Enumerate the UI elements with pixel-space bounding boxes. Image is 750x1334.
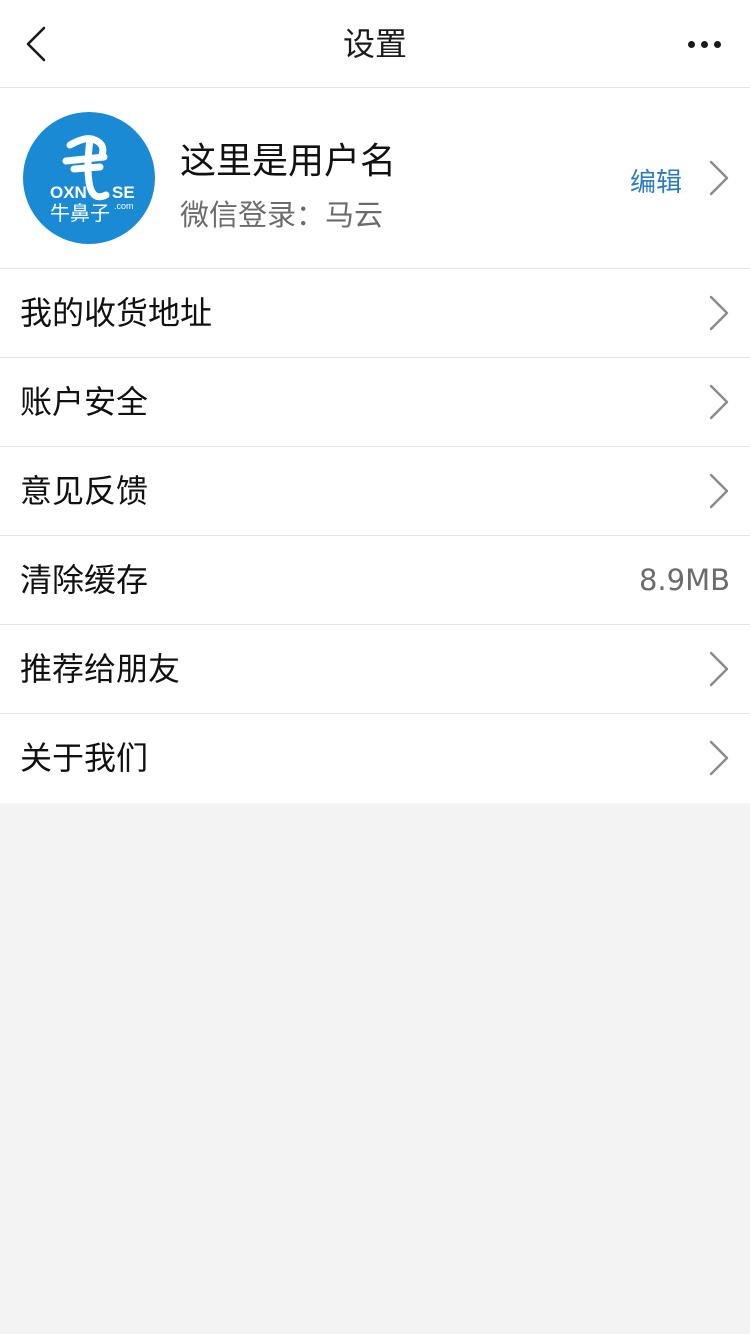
menu-item-address[interactable]: 我的收货地址 bbox=[0, 269, 750, 358]
menu-item-label: 意见反馈 bbox=[20, 472, 149, 510]
menu-item-account-security[interactable]: 账户安全 bbox=[0, 358, 750, 447]
logo-text-oxn: OXN bbox=[50, 183, 87, 202]
logo-text-dotcom: .com bbox=[114, 201, 134, 211]
more-dot bbox=[713, 40, 721, 48]
menu-item-label: 清除缓存 bbox=[20, 561, 149, 599]
chevron-right-icon bbox=[709, 473, 729, 509]
menu-item-label: 我的收货地址 bbox=[20, 294, 213, 332]
menu-item-label: 推荐给朋友 bbox=[20, 650, 181, 688]
chevron-right-icon bbox=[709, 160, 729, 196]
menu-item-feedback[interactable]: 意见反馈 bbox=[0, 447, 750, 536]
logo-text-cn: 牛鼻子 bbox=[50, 201, 110, 225]
navigation-bar: 设置 bbox=[0, 0, 750, 88]
menu-item-label: 关于我们 bbox=[20, 739, 149, 777]
avatar: OXN SE .com 牛鼻子 bbox=[21, 110, 157, 246]
settings-menu: 我的收货地址 账户安全 意见反馈 清除缓存 8.9MB 推荐给朋友 关于我们 bbox=[0, 269, 750, 803]
cache-size-value: 8.9MB bbox=[638, 563, 730, 597]
chevron-right-icon bbox=[709, 740, 729, 776]
chevron-right-icon bbox=[709, 295, 729, 331]
more-dot bbox=[687, 40, 695, 48]
wechat-login-info: 微信登录：马云 bbox=[180, 198, 384, 232]
logo-text-se: SE bbox=[112, 183, 135, 202]
menu-item-label: 账户安全 bbox=[20, 383, 149, 421]
more-dot bbox=[700, 40, 708, 48]
menu-item-clear-cache[interactable]: 清除缓存 8.9MB bbox=[0, 536, 750, 625]
username: 这里是用户名 bbox=[180, 141, 397, 182]
chevron-left-icon bbox=[26, 26, 46, 62]
menu-item-recommend[interactable]: 推荐给朋友 bbox=[0, 625, 750, 714]
chevron-right-icon bbox=[709, 651, 729, 687]
edit-profile-link[interactable]: 编辑 bbox=[630, 162, 682, 199]
more-button[interactable] bbox=[682, 26, 726, 62]
menu-item-about[interactable]: 关于我们 bbox=[0, 714, 750, 803]
chevron-right-icon bbox=[709, 384, 729, 420]
profile-card[interactable]: OXN SE .com 牛鼻子 这里是用户名 微信登录：马云 编辑 bbox=[0, 88, 750, 269]
page-title: 设置 bbox=[342, 25, 407, 63]
back-button[interactable] bbox=[14, 22, 58, 66]
